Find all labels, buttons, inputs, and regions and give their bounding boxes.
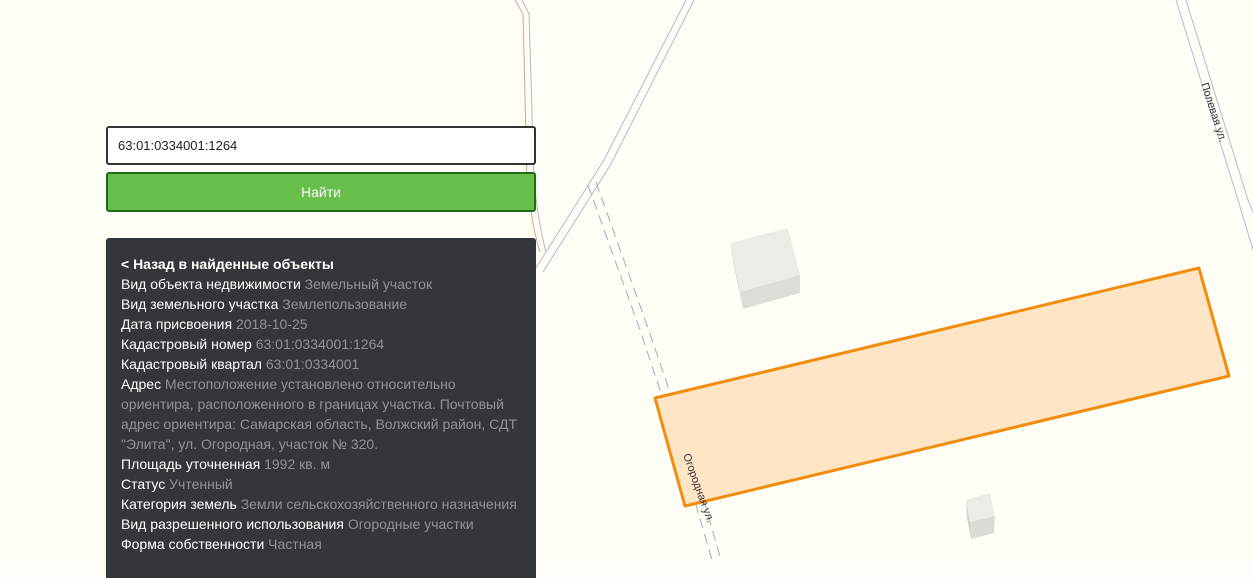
property-list: Вид объекта недвижимости Земельный участ… (121, 274, 521, 554)
property-row: Форма собственности Частная (121, 534, 521, 554)
property-key: Вид объекта недвижимости (121, 276, 301, 292)
property-row: Кадастровый квартал 63:01:0334001 (121, 354, 521, 374)
property-row: Вид земельного участка Землепользование (121, 294, 521, 314)
property-key: Форма собственности (121, 536, 265, 552)
property-value: Частная (268, 536, 322, 552)
property-key: Кадастровый номер (121, 336, 252, 352)
property-row: Вид объекта недвижимости Земельный участ… (121, 274, 521, 294)
property-row: Статус Учтенный (121, 474, 521, 494)
property-row: Адрес Местоположение установлено относит… (121, 374, 521, 454)
property-value: 2018-10-25 (235, 316, 308, 332)
property-key: Категория земель (121, 496, 237, 512)
property-value: 63:01:0334001 (265, 356, 360, 372)
property-value: Огородные участки (347, 516, 474, 532)
property-row: Категория земель Земли сельскохозяйствен… (121, 494, 521, 514)
property-value: 1992 кв. м (264, 456, 331, 472)
property-key: Вид земельного участка (121, 296, 279, 312)
back-to-results-link[interactable]: < Назад в найденные объекты (121, 254, 521, 274)
property-value: Земли сельскохозяйственного назначения (240, 496, 517, 512)
building-1 (730, 228, 800, 309)
property-value: Землепользование (282, 296, 408, 312)
property-row: Вид разрешенного использования Огородные… (121, 514, 521, 534)
road-diagonal-b (542, 0, 695, 273)
property-key: Адрес (121, 376, 162, 392)
object-info-panel: < Назад в найденные объекты Вид объекта … (106, 238, 536, 578)
property-row: Дата присвоения 2018-10-25 (121, 314, 521, 334)
property-row: Площадь уточненная 1992 кв. м (121, 454, 521, 474)
road-diagonal-a (535, 0, 687, 269)
property-row: Кадастровый номер 63:01:0334001:1264 (121, 334, 521, 354)
property-key: Кадастровый квартал (121, 356, 262, 372)
cadastral-search-input[interactable] (106, 126, 536, 165)
property-key: Дата присвоения (121, 316, 233, 332)
property-key: Вид разрешенного использования (121, 516, 344, 532)
property-value: 63:01:0334001:1264 (255, 336, 385, 352)
road-polevaya-b (1185, 0, 1253, 213)
search-button[interactable]: Найти (106, 172, 536, 212)
property-value: Местоположение установлено относительно … (121, 376, 517, 452)
property-value: Земельный участок (304, 276, 433, 292)
property-key: Статус (121, 476, 166, 492)
parcel-highlight[interactable] (653, 266, 1231, 508)
street-label-polevaya: Полевая ул. (1198, 81, 1229, 144)
property-key: Площадь уточненная (121, 456, 261, 472)
building-2 (966, 493, 995, 539)
property-value: Учтенный (169, 476, 233, 492)
